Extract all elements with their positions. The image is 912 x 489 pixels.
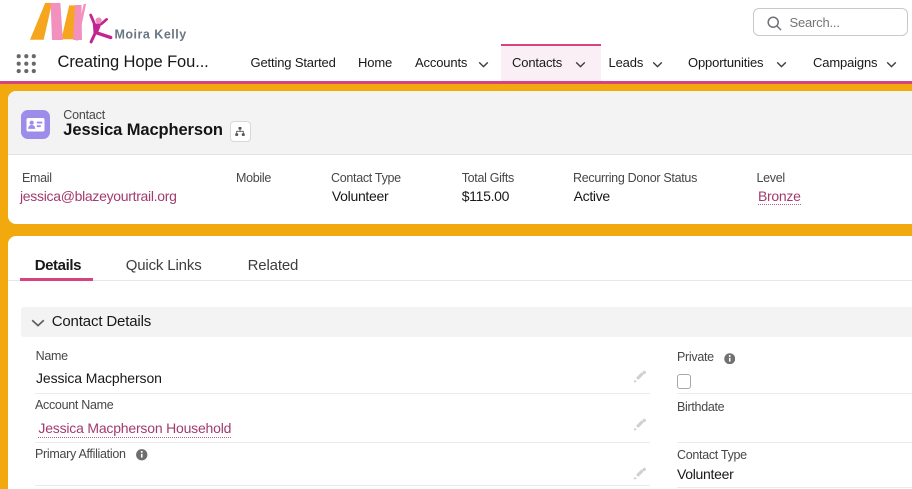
svg-text:Moira Kelly: Moira Kelly (115, 28, 187, 42)
